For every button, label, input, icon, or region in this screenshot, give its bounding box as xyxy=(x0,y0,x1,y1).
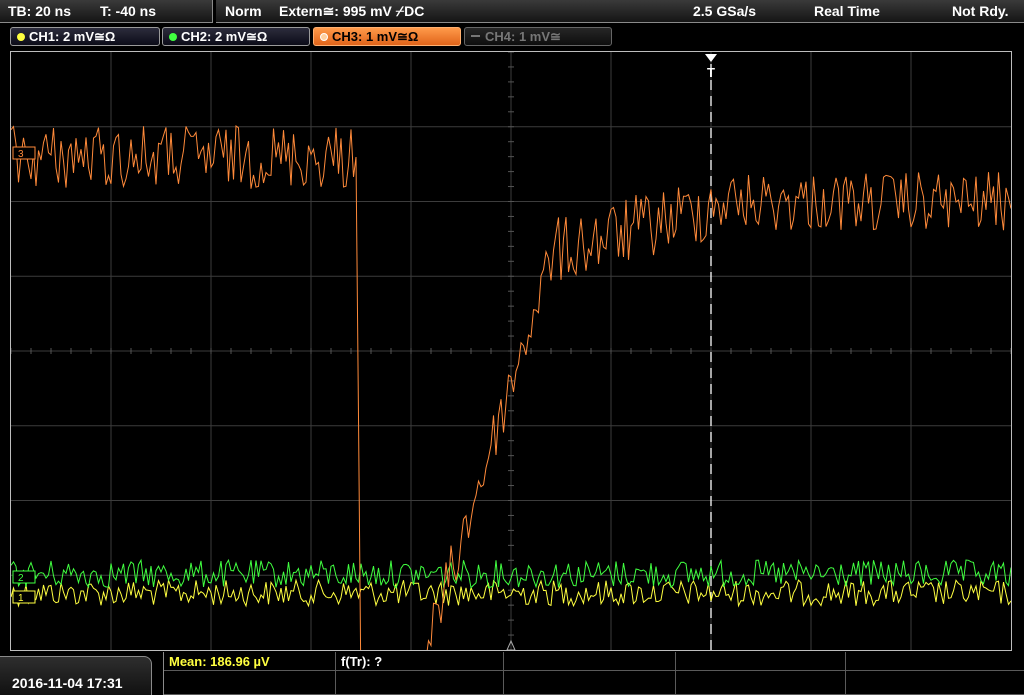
channel-4-off-icon xyxy=(471,35,480,37)
measurement-empty-cell-4[interactable] xyxy=(164,671,336,695)
waveform-svg[interactable]: T 3 2 1 xyxy=(11,52,1011,650)
timebase-label[interactable]: TB: 20 ns xyxy=(8,3,71,19)
acquisition-mode-label[interactable]: Real Time xyxy=(814,3,880,19)
measurement-mean-label: Mean: 186.96 µV xyxy=(169,654,270,669)
channel-2-color-icon xyxy=(169,33,177,41)
channel-3-offset-marker[interactable]: 3 xyxy=(12,146,36,160)
measurement-mean-cell[interactable]: Mean: 186.96 µV xyxy=(164,652,336,671)
datetime-label: 2016-11-04 17:31 xyxy=(12,675,123,691)
channel-1-offset-marker[interactable]: 1 xyxy=(12,590,36,604)
channel-4-button[interactable]: CH4: 1 mV≅ xyxy=(464,27,612,46)
measurement-empty-cell-2[interactable] xyxy=(676,652,846,671)
status-label: Not Rdy. xyxy=(952,3,1009,19)
channel-1-marker-label: 1 xyxy=(18,593,24,604)
channel-1-label: CH1: 2 mV≅Ω xyxy=(29,29,116,44)
measurement-empty-cell-3[interactable] xyxy=(846,652,1024,671)
trigger-arrow-icon[interactable] xyxy=(705,54,717,62)
channel-4-label: CH4: 1 mV≅ xyxy=(485,29,561,44)
channel-2-marker-label: 2 xyxy=(18,573,24,584)
measurement-empty-cell-6[interactable] xyxy=(504,671,676,695)
trigger-position-label[interactable]: T: -40 ns xyxy=(100,3,156,19)
bottom-bar: 2016-11-04 17:31 Mean: 186.96 µV f(Tr): … xyxy=(0,652,1024,695)
measurement-empty-cell-7[interactable] xyxy=(676,671,846,695)
trigger-marker-label: T xyxy=(707,65,715,80)
channel-2-label: CH2: 2 mV≅Ω xyxy=(181,29,268,44)
trigger-source-label[interactable]: Extern≅: 995 mV ⌿DC xyxy=(279,3,424,20)
channel-3-color-icon xyxy=(320,33,328,41)
datetime-box: 2016-11-04 17:31 xyxy=(0,656,152,695)
measurement-table[interactable]: Mean: 186.96 µV f(Tr): ? xyxy=(163,652,1024,695)
channel-1-color-icon xyxy=(17,33,25,41)
channel-3-button[interactable]: CH3: 1 mV≅Ω xyxy=(313,27,461,46)
channel-2-button[interactable]: CH2: 2 mV≅Ω xyxy=(162,27,310,46)
trigger-mode-label[interactable]: Norm xyxy=(225,3,262,19)
channel-3-marker-label: 3 xyxy=(18,149,24,160)
timebase-box[interactable]: TB: 20 ns T: -40 ns xyxy=(0,0,213,23)
graticule-grid xyxy=(11,52,1011,650)
measurement-empty-cell-1[interactable] xyxy=(504,652,676,671)
measurement-fall-label: f(Tr): ? xyxy=(341,654,383,669)
measurement-empty-cell-5[interactable] xyxy=(336,671,504,695)
channel-1-button[interactable]: CH1: 2 mV≅Ω xyxy=(10,27,160,46)
channel-2-offset-marker[interactable]: 2 xyxy=(12,570,36,584)
waveform-display[interactable]: T 3 2 1 xyxy=(10,51,1012,651)
acquisition-info-box[interactable]: Norm Extern≅: 995 mV ⌿DC 2.5 GSa/s Real … xyxy=(216,0,1024,23)
top-status-bar: TB: 20 ns T: -40 ns Norm Extern≅: 995 mV… xyxy=(0,0,1024,24)
channel-bar: CH1: 2 mV≅Ω CH2: 2 mV≅Ω CH3: 1 mV≅Ω CH4:… xyxy=(0,26,1024,48)
sample-rate-label[interactable]: 2.5 GSa/s xyxy=(693,3,756,19)
measurement-empty-cell-8[interactable] xyxy=(846,671,1024,695)
channel-3-label: CH3: 1 mV≅Ω xyxy=(332,29,419,44)
measurement-fall-cell[interactable]: f(Tr): ? xyxy=(336,652,504,671)
